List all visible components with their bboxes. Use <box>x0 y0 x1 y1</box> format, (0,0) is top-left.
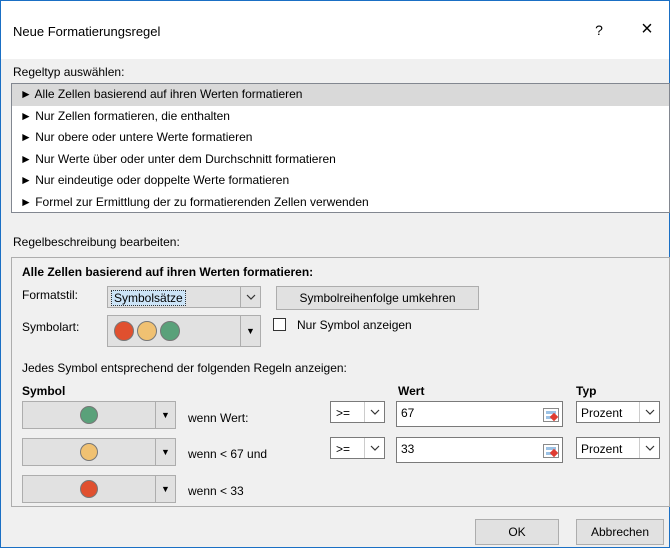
dialog-title: Neue Formatierungsregel <box>13 24 161 39</box>
value-column-header: Wert <box>398 384 425 398</box>
new-formatting-rule-dialog: Neue Formatierungsregel ? × Regeltyp aus… <box>0 0 670 548</box>
chevron-down-icon <box>639 402 659 422</box>
operator-value-2: >= <box>336 442 351 456</box>
type-value-2: Prozent <box>581 442 623 456</box>
symbol-type-dropdown[interactable]: ▼ <box>107 315 261 347</box>
rule-condition-3: wenn < 33 <box>188 484 244 498</box>
close-button[interactable]: × <box>635 18 659 42</box>
cell-reference-icon[interactable] <box>543 444 559 458</box>
dropdown-arrow-icon: ▼ <box>240 316 260 346</box>
value-input-2[interactable]: 33 <box>396 437 563 463</box>
type-column-header: Typ <box>576 384 597 398</box>
rules-caption: Jedes Symbol entsprechend der folgenden … <box>22 361 347 375</box>
green-circle-icon <box>160 321 180 341</box>
type-dropdown-2[interactable]: Prozent <box>576 437 660 459</box>
chevron-down-icon <box>364 438 384 458</box>
rule-type-item[interactable]: ► Formel zur Ermittlung der zu formatier… <box>12 192 669 214</box>
yellow-circle-icon <box>137 321 157 341</box>
rule-condition-1: wenn Wert: <box>188 411 249 425</box>
operator-dropdown-1[interactable]: >= <box>330 401 385 423</box>
help-button[interactable]: ? <box>589 18 609 42</box>
operator-dropdown-2[interactable]: >= <box>330 437 385 459</box>
rule-condition-2: wenn < 67 und <box>188 447 268 461</box>
type-value-1: Prozent <box>581 406 623 420</box>
format-style-dropdown[interactable]: Symbolsätze <box>107 286 261 308</box>
rule-type-item[interactable]: ► Nur obere oder untere Werte formatiere… <box>12 127 669 149</box>
symbol-type-label: Symbolart: <box>22 320 80 334</box>
rule-type-item[interactable]: ► Nur Zellen formatieren, die enthalten <box>12 106 669 128</box>
rule-type-item[interactable]: ► Alle Zellen basierend auf ihren Werten… <box>12 84 669 106</box>
dropdown-arrow-icon: ▼ <box>155 476 175 502</box>
ok-button[interactable]: OK <box>475 519 559 545</box>
title-bar: Neue Formatierungsregel ? × <box>1 1 669 59</box>
rule-type-list[interactable]: ► Alle Zellen basierend auf ihren Werten… <box>11 83 670 213</box>
reverse-icon-order-button[interactable]: Symbolreihenfolge umkehren <box>276 286 479 310</box>
show-symbol-only-label: Nur Symbol anzeigen <box>297 318 412 332</box>
value-input-1[interactable]: 67 <box>396 401 563 427</box>
symbol-column-header: Symbol <box>22 384 66 398</box>
format-style-value: Symbolsätze <box>111 290 186 306</box>
ruletype-label: Regeltyp auswählen: <box>13 65 125 79</box>
red-circle-icon <box>114 321 134 341</box>
dropdown-arrow-icon: ▼ <box>155 402 175 428</box>
description-label: Regelbeschreibung bearbeiten: <box>13 235 180 249</box>
description-heading: Alle Zellen basierend auf ihren Werten f… <box>22 265 314 279</box>
chevron-down-icon <box>240 287 260 307</box>
symbol-dropdown-1[interactable]: ▼ <box>22 401 176 429</box>
cancel-button[interactable]: Abbrechen <box>576 519 664 545</box>
operator-value-1: >= <box>336 406 351 420</box>
chevron-down-icon <box>639 438 659 458</box>
symbol-dropdown-3[interactable]: ▼ <box>22 475 176 503</box>
symbol-dropdown-2[interactable]: ▼ <box>22 438 176 466</box>
show-symbol-only-checkbox[interactable] <box>273 318 286 331</box>
red-circle-icon <box>80 480 98 498</box>
traffic-lights-icon-set <box>114 321 180 341</box>
yellow-circle-icon <box>80 443 98 461</box>
rule-type-item[interactable]: ► Nur eindeutige oder doppelte Werte for… <box>12 170 669 192</box>
rule-description-panel: Alle Zellen basierend auf ihren Werten f… <box>11 257 670 507</box>
rule-type-item[interactable]: ► Nur Werte über oder unter dem Durchsch… <box>12 149 669 171</box>
type-dropdown-1[interactable]: Prozent <box>576 401 660 423</box>
cell-reference-icon[interactable] <box>543 408 559 422</box>
format-style-label: Formatstil: <box>22 288 79 302</box>
dropdown-arrow-icon: ▼ <box>155 439 175 465</box>
chevron-down-icon <box>364 402 384 422</box>
green-circle-icon <box>80 406 98 424</box>
